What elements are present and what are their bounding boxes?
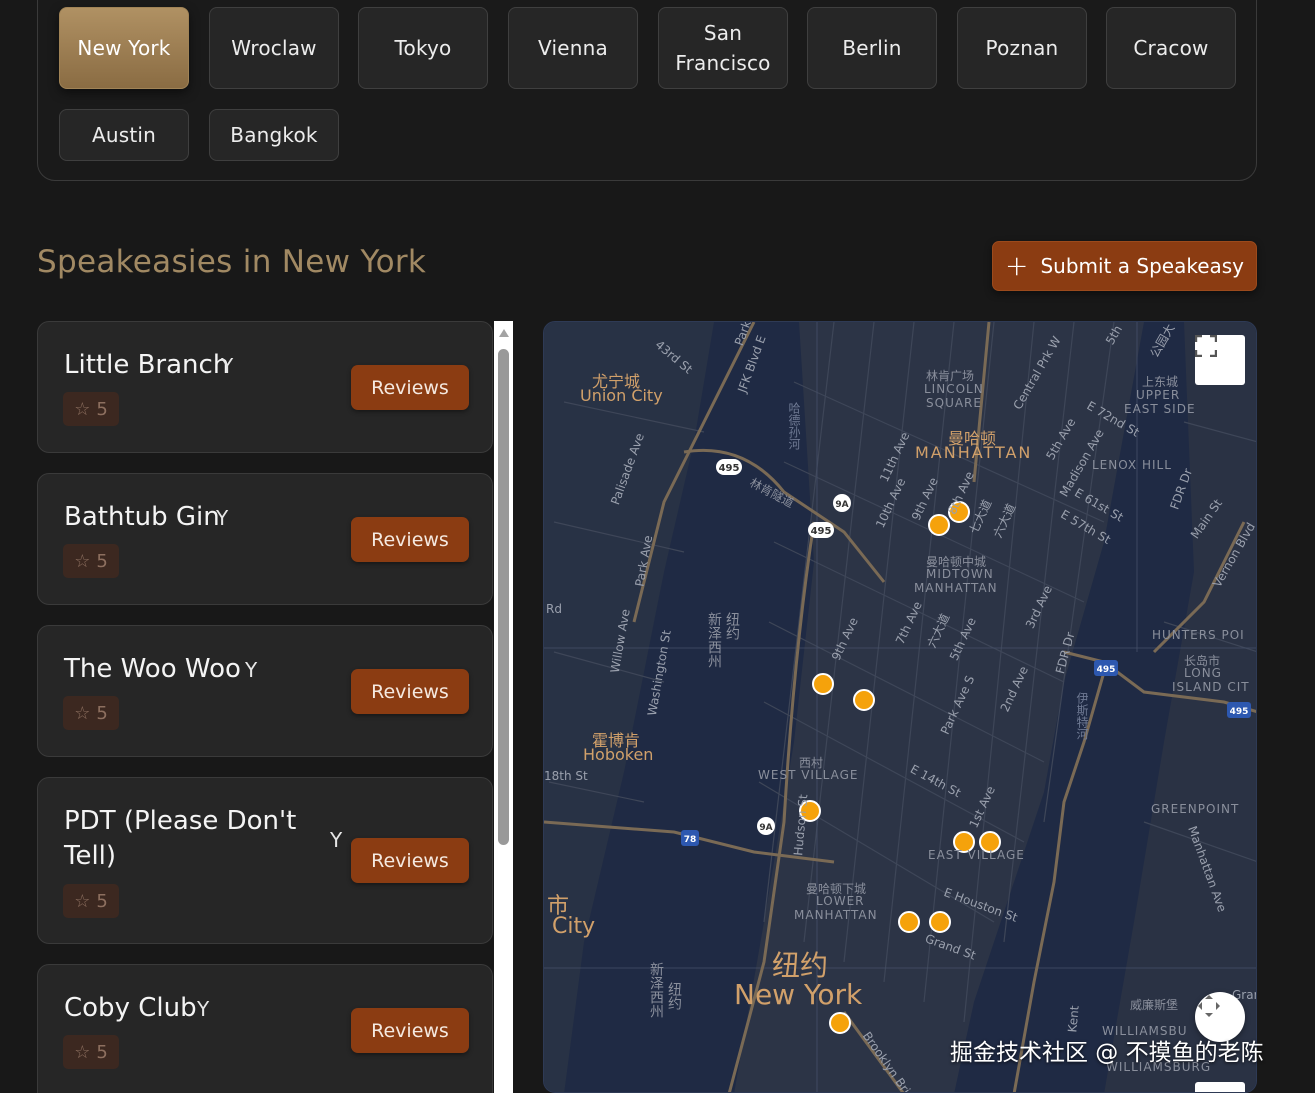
map-label-east-river: 伊斯特河 xyxy=(1075,692,1089,740)
street-label: Kent xyxy=(1065,1004,1082,1034)
reviews-button[interactable]: Reviews xyxy=(351,365,469,410)
map-label-hunters-point: HUNTERS POI xyxy=(1152,628,1245,642)
scrollbar-thumb[interactable] xyxy=(498,349,509,845)
map-label-square: SQUARE xyxy=(926,396,982,410)
reviews-button[interactable]: Reviews xyxy=(351,1008,469,1053)
city-button-san-francisco[interactable]: San Francisco xyxy=(658,7,788,89)
map-label-new-york: New York xyxy=(734,978,863,1011)
rating-badge: ☆ 5 xyxy=(63,696,119,730)
rating-badge: ☆ 5 xyxy=(63,1035,119,1069)
submit-speakeasy-button[interactable]: + Submit a Speakeasy xyxy=(992,241,1257,291)
speakeasy-card: The Woo Woo Y ☆ 5 Reviews xyxy=(37,625,493,757)
star-icon: ☆ xyxy=(74,1041,91,1063)
city-button-wroclaw[interactable]: Wroclaw xyxy=(209,7,339,89)
map-label-lenox: LENOX HILL xyxy=(1092,458,1172,472)
rating-value: 5 xyxy=(96,398,108,420)
rating-value: 5 xyxy=(96,702,108,724)
speakeasy-name: Little Branch xyxy=(64,350,230,380)
cocktail-glass-icon: Y xyxy=(221,354,234,378)
reviews-button[interactable]: Reviews xyxy=(351,669,469,714)
star-icon: ☆ xyxy=(74,890,91,912)
zoom-control[interactable] xyxy=(1195,1082,1245,1092)
watermark: 掘金技术社区 @ 不摸鱼的老陈 xyxy=(950,1040,1264,1066)
map-label-upper: UPPER xyxy=(1136,388,1181,402)
city-button-poznan[interactable]: Poznan xyxy=(957,7,1087,89)
reviews-button[interactable]: Reviews xyxy=(351,838,469,883)
map-label-hoboken: Hoboken xyxy=(583,745,654,764)
plus-icon: + xyxy=(1004,249,1029,282)
speakeasy-name: Coby Club xyxy=(64,993,197,1023)
rating-badge: ☆ 5 xyxy=(63,392,119,426)
svg-text:495: 495 xyxy=(1097,665,1116,675)
svg-text:9A: 9A xyxy=(835,500,848,510)
svg-text:78: 78 xyxy=(684,835,697,845)
map-label-hudson-river: 哈德孙河 xyxy=(787,402,801,450)
svg-text:495: 495 xyxy=(811,526,832,537)
map-label-lic-island: ISLAND CIT xyxy=(1172,680,1250,694)
city-button-austin[interactable]: Austin xyxy=(59,109,189,161)
fullscreen-icon xyxy=(1195,335,1217,357)
map-label-manhattan: MANHATTAN xyxy=(915,443,1033,462)
map-label-lincoln: LINCOLN xyxy=(924,382,984,396)
speakeasy-card: Little Branch Y ☆ 5 Reviews xyxy=(37,321,493,453)
city-button-new-york[interactable]: New York xyxy=(59,7,189,89)
svg-text:495: 495 xyxy=(1230,707,1249,717)
speakeasy-name: The Woo Woo xyxy=(64,654,241,684)
city-button-vienna[interactable]: Vienna xyxy=(508,7,638,89)
map-label-lower-manhattan: MANHATTAN xyxy=(794,908,878,922)
map-label-nj-ny-2: 新泽西州 xyxy=(648,962,664,1018)
reviews-button[interactable]: Reviews xyxy=(351,517,469,562)
pan-control-icon xyxy=(1198,995,1220,1017)
star-icon: ☆ xyxy=(74,702,91,724)
map-label-lic-long: LONG xyxy=(1184,666,1222,680)
list-scrollbar[interactable] xyxy=(494,321,513,1093)
city-button-berlin[interactable]: Berlin xyxy=(807,7,937,89)
map-label-nj-ny-1b: 纽约 xyxy=(724,612,740,640)
speakeasy-name: Bathtub Gin xyxy=(64,502,220,532)
map-label-midtown: MIDTOWN xyxy=(926,567,994,581)
map-label-jersey-city: City xyxy=(552,914,596,939)
cocktail-glass-icon: Y xyxy=(216,506,229,530)
speakeasy-name: PDT (Please Don't Tell) xyxy=(64,806,297,871)
scroll-up-arrow-icon[interactable] xyxy=(499,329,509,337)
map-label-nj-ny-1: 新泽西州 xyxy=(706,612,722,668)
speakeasy-card: Coby Club Y ☆ 5 Reviews xyxy=(37,964,493,1093)
rating-badge: ☆ 5 xyxy=(63,544,119,578)
speakeasy-card: Bathtub Gin Y ☆ 5 Reviews xyxy=(37,473,493,605)
submit-speakeasy-label: Submit a Speakeasy xyxy=(1040,254,1245,278)
map-label-west-village: WEST VILLAGE xyxy=(758,768,859,782)
rating-value: 5 xyxy=(96,1041,108,1063)
map-label-nj-ny-2b: 纽约 xyxy=(666,982,682,1010)
map-label-east-side: EAST SIDE xyxy=(1124,402,1196,416)
svg-text:495: 495 xyxy=(719,463,740,474)
speakeasy-card: PDT (Please Don't Tell) Y ☆ 5 Reviews xyxy=(37,777,493,944)
map-label-union-city: Union City xyxy=(580,386,663,405)
map-label-midtown-manhattan: MANHATTAN xyxy=(914,581,998,595)
street-label: Rd xyxy=(546,602,562,616)
rating-value: 5 xyxy=(96,890,108,912)
cocktail-glass-icon: Y xyxy=(330,828,343,852)
svg-text:9A: 9A xyxy=(759,823,772,833)
map-label-greenpoint: GREENPOINT xyxy=(1151,802,1240,816)
map-label-lower: LOWER xyxy=(816,894,865,908)
rating-value: 5 xyxy=(96,550,108,572)
rating-badge: ☆ 5 xyxy=(63,884,119,918)
city-button-cracow[interactable]: Cracow xyxy=(1106,7,1236,89)
cocktail-glass-icon: Y xyxy=(245,658,258,682)
city-selector-panel: New York Wroclaw Tokyo Vienna San Franci… xyxy=(37,0,1257,181)
map-label-east-village: EAST VILLAGE xyxy=(928,848,1025,862)
star-icon: ☆ xyxy=(74,550,91,572)
fullscreen-button[interactable] xyxy=(1195,335,1245,385)
city-button-tokyo[interactable]: Tokyo xyxy=(358,7,488,89)
map-label-williamsburg-zh: 威廉斯堡 xyxy=(1130,998,1179,1012)
street-label: 18th St xyxy=(544,769,588,783)
map-view[interactable]: 495 495 9A 9A 78 495 495 尤宁城 Union City … xyxy=(543,321,1257,1093)
star-icon: ☆ xyxy=(74,398,91,420)
cocktail-glass-icon: Y xyxy=(197,997,210,1021)
speakeasy-list[interactable]: Little Branch Y ☆ 5 Reviews Bathtub Gin … xyxy=(37,321,493,1093)
page-title: Speakeasies in New York xyxy=(37,244,427,280)
city-button-bangkok[interactable]: Bangkok xyxy=(209,109,339,161)
